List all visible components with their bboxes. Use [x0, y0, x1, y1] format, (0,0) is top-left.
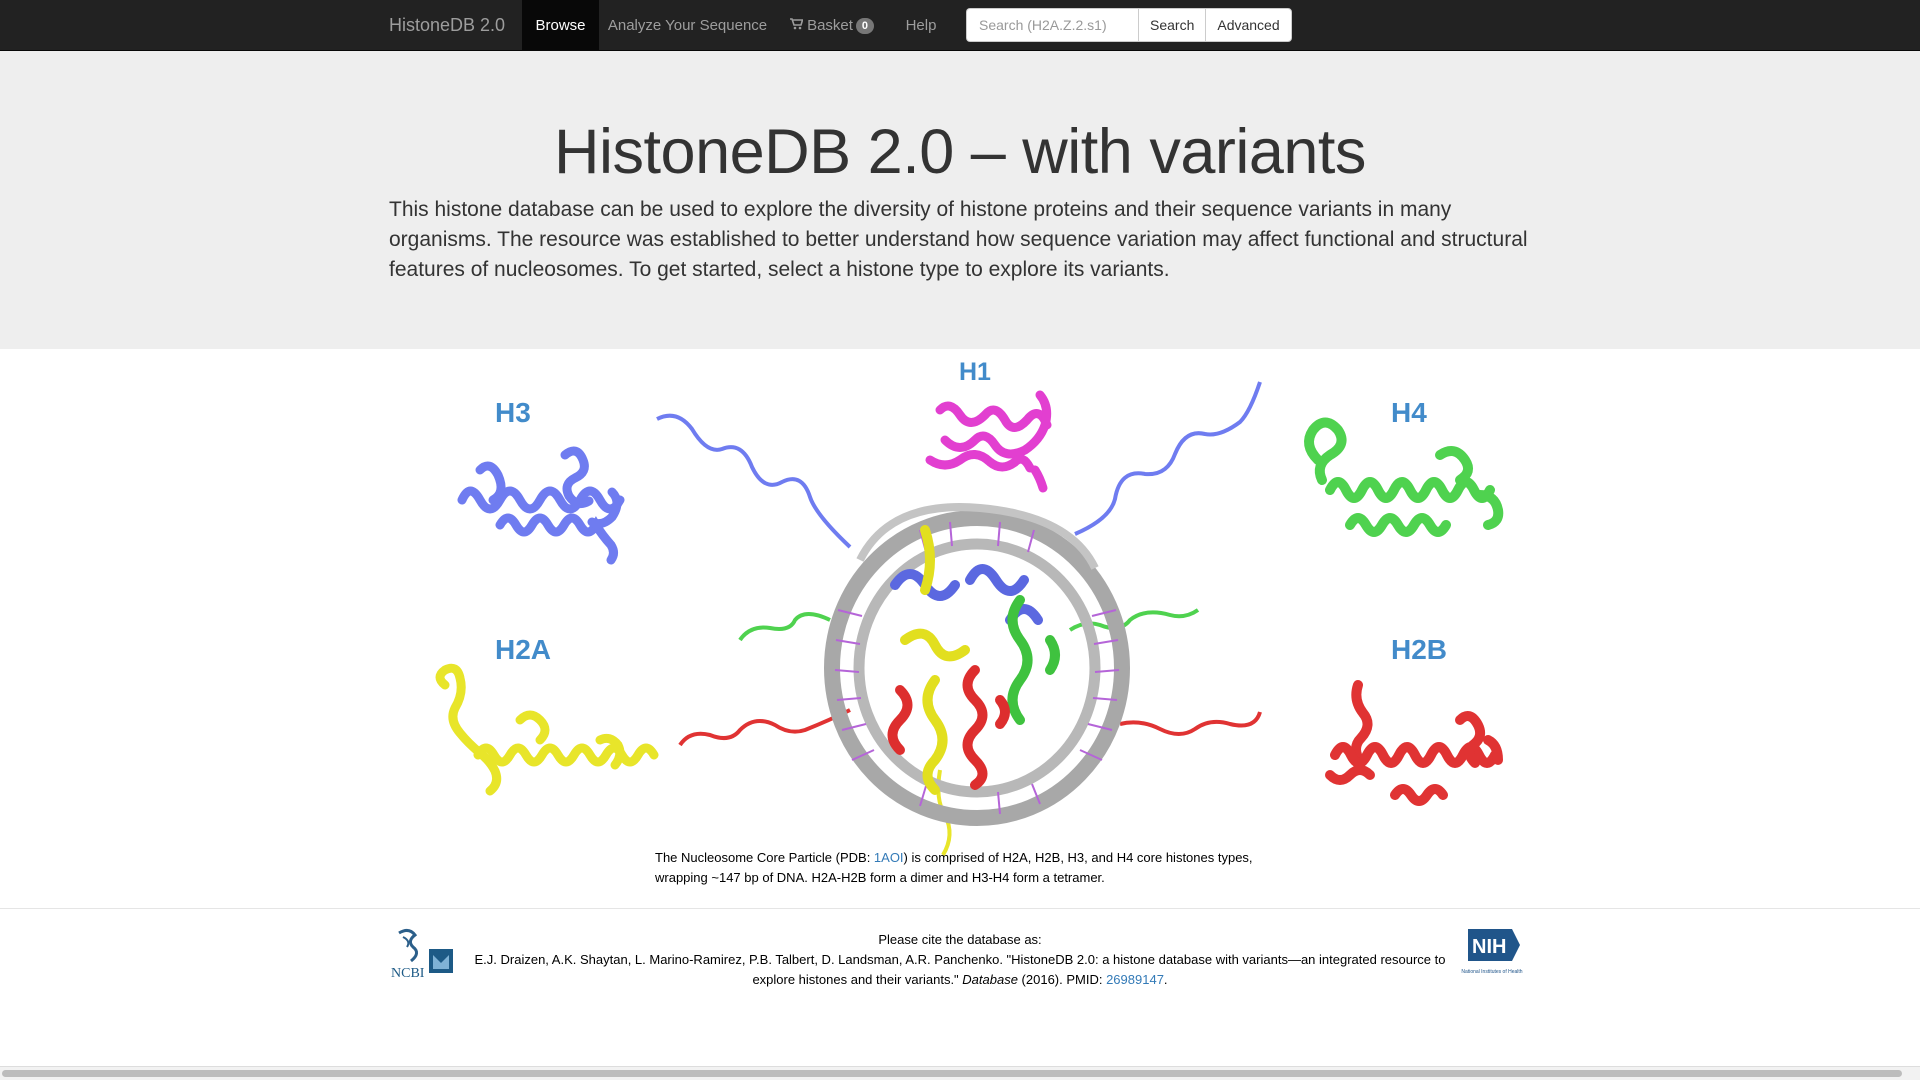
h2b-tail-left	[678, 708, 851, 747]
caption-text-start: The Nucleosome Core Particle (PDB:	[655, 850, 874, 865]
pdb-link[interactable]: 1AOI	[874, 850, 904, 865]
basket-count-badge: 0	[855, 18, 874, 34]
h1-label[interactable]: H1	[959, 358, 991, 387]
page-title: HistoneDB 2.0 – with variants	[554, 117, 1366, 187]
jumbotron: HistoneDB 2.0 – with variants This histo…	[0, 51, 1920, 349]
cite-body: E.J. Draizen, A.K. Shaytan, L. Marino-Ra…	[460, 950, 1460, 990]
ncbi-logo-text: NCBI	[391, 966, 425, 980]
search-button[interactable]: Search	[1138, 8, 1206, 42]
cite-heading: Please cite the database as:	[878, 932, 1042, 947]
nav-basket-label: Basket	[807, 17, 853, 34]
figure-caption: The Nucleosome Core Particle (PDB: 1AOI)…	[655, 848, 1275, 888]
h2b-structure[interactable]	[1325, 680, 1503, 806]
nih-logo[interactable]: NIH National Institutes of Health	[1460, 925, 1524, 988]
cite-end: .	[1163, 972, 1168, 987]
intro-description: This histone database can be used to exp…	[389, 198, 1528, 281]
nih-logo-subtitle: National Institutes of Health	[1461, 969, 1522, 975]
h4-structure[interactable]	[1304, 417, 1504, 537]
horizontal-scrollbar[interactable]	[0, 1066, 1920, 1080]
brand-link[interactable]: HistoneDB 2.0	[389, 0, 505, 51]
h1-structure[interactable]	[925, 390, 1052, 493]
scrollbar-thumb[interactable]	[2, 1070, 1902, 1077]
nav-basket[interactable]: Basket 0	[782, 0, 882, 51]
citation-block: Please cite the database as: E.J. Draize…	[460, 930, 1460, 990]
h2a-label[interactable]: H2A	[495, 634, 551, 666]
nih-logo-text: NIH	[1472, 936, 1506, 958]
footer-divider	[0, 908, 1920, 909]
h4-tail-left	[738, 612, 831, 642]
nucleosome-figure	[435, 381, 1504, 857]
cite-authors-title: E.J. Draizen, A.K. Shaytan, L. Marino-Ra…	[474, 952, 1446, 987]
h2b-label[interactable]: H2B	[1391, 634, 1447, 666]
nav-help[interactable]: Help	[896, 0, 946, 51]
search-input[interactable]	[966, 8, 1138, 42]
h3-tail-left	[656, 413, 852, 549]
h3-label[interactable]: H3	[495, 397, 531, 429]
cart-icon	[790, 0, 804, 51]
search-form: Search Advanced	[966, 8, 1292, 42]
nav-browse[interactable]: Browse	[522, 0, 599, 51]
advanced-search-button[interactable]: Advanced	[1205, 8, 1292, 42]
ncbi-logo[interactable]: NCBI	[389, 925, 459, 985]
h2a-structure[interactable]	[435, 663, 659, 796]
h3-structure[interactable]	[457, 446, 625, 565]
pmid-link[interactable]: 26989147	[1106, 972, 1164, 987]
h3-tail-right	[1074, 381, 1262, 536]
cite-journal: Database	[962, 972, 1018, 987]
h2b-tail-right	[1119, 711, 1262, 736]
h4-label[interactable]: H4	[1391, 397, 1427, 429]
top-navbar: HistoneDB 2.0 Browse Analyze Your Sequen…	[0, 0, 1920, 51]
cite-year: (2016). PMID:	[1017, 972, 1107, 987]
nav-analyze-sequence[interactable]: Analyze Your Sequence	[600, 0, 775, 51]
